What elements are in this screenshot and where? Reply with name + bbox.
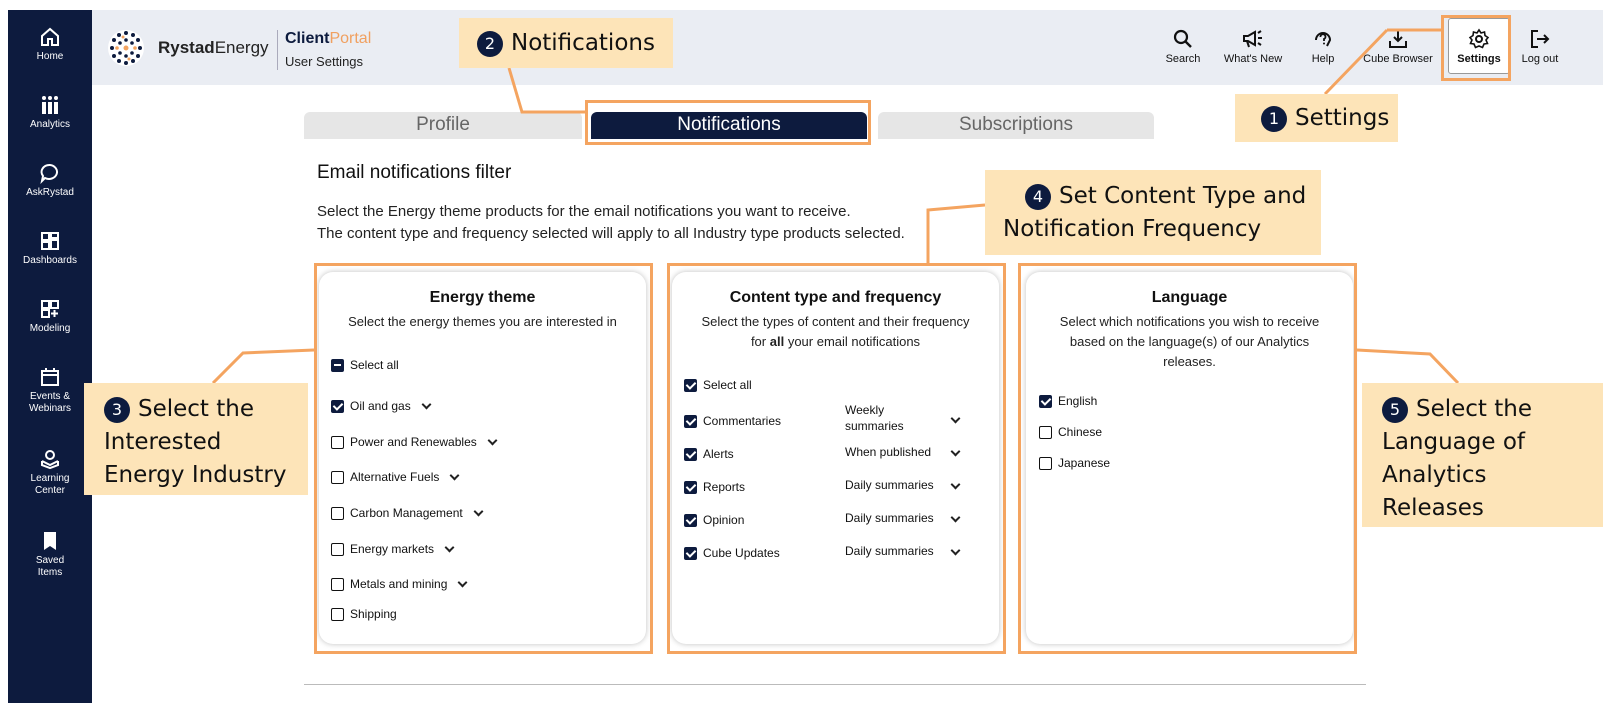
callout-text-1: Select the (138, 396, 255, 422)
callout-language: 5 Select the Language of Analytics Releas… (1362, 383, 1603, 527)
callout-number: 5 (1382, 397, 1408, 423)
callout-content-type: 4 Set Content Type and Notification Frequ… (985, 170, 1321, 255)
callout-text: Settings (1295, 105, 1390, 131)
callout-text-2: Interested (104, 429, 222, 455)
callout-text-4: Releases (1382, 495, 1484, 521)
callout-text-2: Language of (1382, 429, 1525, 455)
callout-notifications: 2 Notifications (459, 18, 673, 68)
callout-text-1: Select the (1416, 396, 1533, 422)
callout-text-2: Notification Frequency (1003, 216, 1262, 242)
callout-text-1: Set Content Type and (1059, 183, 1307, 209)
callout-text-3: Analytics (1382, 462, 1487, 488)
callout-number: 1 (1261, 106, 1287, 132)
callout-text: Notifications (511, 30, 655, 56)
callout-number: 2 (477, 31, 503, 57)
callout-number: 3 (104, 397, 130, 423)
callout-text-3: Energy Industry (104, 462, 287, 488)
callout-settings: 1 Settings (1235, 94, 1398, 142)
callout-number: 4 (1025, 184, 1051, 210)
callout-energy-industry: 3 Select the Interested Energy Industry (84, 383, 308, 495)
